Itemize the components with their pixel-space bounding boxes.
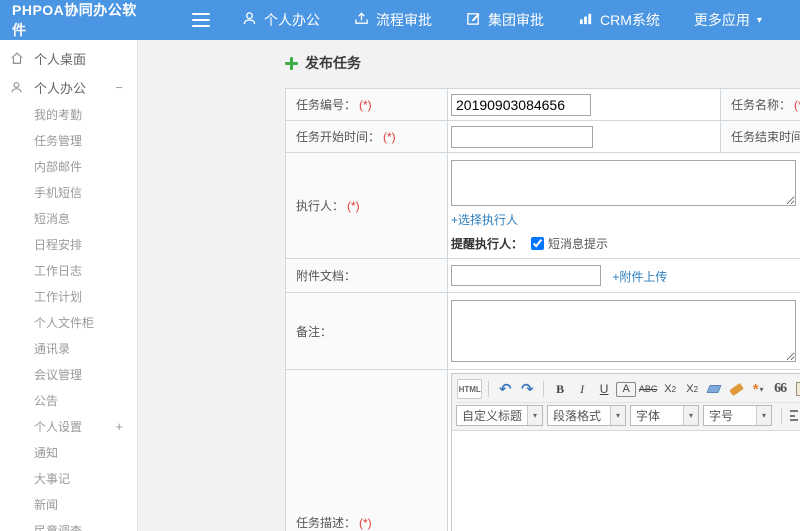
sidebar-item-contacts[interactable]: 通讯录 <box>0 336 137 362</box>
app-logo: PHPOA协同办公软件 <box>12 2 137 38</box>
collapse-icon[interactable]: − <box>115 80 123 95</box>
sidebar-item-notice[interactable]: 通知 <box>0 440 137 466</box>
table-row: 执行人： (*) +选择执行人 提醒执行人： 短消息提示 <box>285 152 800 259</box>
sidebar-item-meeting[interactable]: 会议管理 <box>0 362 137 388</box>
sidebar-item-work-log[interactable]: 工作日志 <box>0 258 137 284</box>
subscript-button[interactable]: X2 <box>682 379 702 399</box>
select-executor-link[interactable]: +选择执行人 <box>451 213 518 227</box>
executor-label: 执行人： (*) <box>285 152 448 259</box>
edit-square-icon <box>466 11 488 29</box>
underline-button[interactable]: U <box>594 379 614 399</box>
nav-group-approval[interactable]: 集团审批 <box>466 10 544 30</box>
sidebar-item-announcement[interactable]: 公告 <box>0 388 137 414</box>
italic-button[interactable]: I <box>572 379 592 399</box>
table-row: 任务编号：(*) 任务名称：(*) <box>285 88 800 121</box>
start-time-input[interactable] <box>451 125 593 148</box>
chevron-down-icon: ▾ <box>756 14 762 26</box>
publish-task-form: 任务编号：(*) 任务名称：(*) 任务开始时间：(*) 任务结束时间：(*) … <box>285 88 800 531</box>
sidebar-item-survey[interactable]: 民意调查 <box>0 518 137 531</box>
top-header: PHPOA协同办公软件 个人办公 流程审批 集团审批 CRM系统 更多应用 ▾ <box>0 0 800 40</box>
home-icon <box>10 51 34 65</box>
attachment-label: 附件文档： <box>285 258 448 293</box>
user-icon <box>242 11 264 29</box>
quick-format-icon[interactable]: * ▾ <box>748 379 768 399</box>
rich-text-editor: HTML ↶ ↷ B I U A ABC X2 X2 * ▾ 66 自定义标题 … <box>451 373 800 531</box>
strikethrough-button[interactable]: ABC <box>638 379 658 399</box>
table-row: 附件文档： +附件上传 <box>285 258 800 293</box>
sidebar-item-personal-settings[interactable]: 个人设置 + <box>0 414 137 440</box>
nav-personal-office[interactable]: 个人办公 <box>242 10 320 30</box>
task-name-label: 任务名称：(*) <box>720 88 800 121</box>
table-row: 备注： <box>285 292 800 370</box>
task-description-label: 任务描述： (*) <box>285 369 448 531</box>
editor-content-area[interactable] <box>452 431 800 531</box>
chevron-down-icon: ▾ <box>610 406 625 425</box>
undo-icon[interactable]: ↶ <box>495 379 515 399</box>
align-left-icon[interactable] <box>789 408 799 424</box>
task-number-label: 任务编号： (*) <box>285 88 448 121</box>
chevron-down-icon: ▾ <box>527 406 542 425</box>
executor-textarea[interactable] <box>451 160 796 206</box>
table-row: 任务开始时间：(*) 任务结束时间：(*) <box>285 120 800 153</box>
paste-as-text-icon[interactable]: T <box>792 379 800 399</box>
html-source-button[interactable]: HTML <box>457 379 483 399</box>
custom-heading-select[interactable]: 自定义标题 ▾ <box>456 405 543 426</box>
sidebar-item-schedule[interactable]: 日程安排 <box>0 232 137 258</box>
sidebar: 个人桌面 个人办公 − 我的考勤 任务管理 内部邮件 手机短信 短消息 日程安排… <box>0 40 138 531</box>
remove-format-icon[interactable] <box>704 379 724 399</box>
bold-button[interactable]: B <box>550 379 570 399</box>
menu-icon[interactable] <box>192 13 210 27</box>
expand-icon[interactable]: + <box>115 414 123 440</box>
page-title: 发布任务 <box>285 53 361 73</box>
attachment-input[interactable] <box>451 265 601 286</box>
nav-more-apps[interactable]: 更多应用 ▾ <box>694 10 762 30</box>
sidebar-item-internal-mail[interactable]: 内部邮件 <box>0 154 137 180</box>
font-size-select[interactable]: 字号 ▾ <box>703 405 772 426</box>
end-time-label: 任务结束时间：(*) <box>720 120 800 153</box>
remark-textarea[interactable] <box>451 300 796 362</box>
sidebar-item-news[interactable]: 新闻 <box>0 492 137 518</box>
chevron-down-icon: ▾ <box>683 406 698 425</box>
font-family-select[interactable]: 字体 ▾ <box>630 405 699 426</box>
sidebar-item-events[interactable]: 大事记 <box>0 466 137 492</box>
blockquote-button[interactable]: 66 <box>770 379 790 399</box>
sms-remind-label: 短消息提示 <box>548 237 609 251</box>
superscript-button[interactable]: X2 <box>660 379 680 399</box>
main-content: 发布任务 任务编号：(*) 任务名称：(*) 任务开始时间：(*) 任务结束时间… <box>138 40 800 531</box>
sidebar-item-work-plan[interactable]: 工作计划 <box>0 284 137 310</box>
remark-label: 备注： <box>285 292 448 370</box>
sidebar-item-file-cabinet[interactable]: 个人文件柜 <box>0 310 137 336</box>
task-number-input[interactable] <box>451 93 591 116</box>
bar-chart-icon <box>578 11 600 29</box>
format-painter-icon[interactable] <box>726 379 746 399</box>
sidebar-item-desktop[interactable]: 个人桌面 <box>0 44 137 72</box>
nav-crm-system[interactable]: CRM系统 <box>578 10 660 30</box>
sidebar-item-mobile-sms[interactable]: 手机短信 <box>0 180 137 206</box>
sidebar-item-attendance[interactable]: 我的考勤 <box>0 102 137 128</box>
start-time-label: 任务开始时间： (*) <box>285 120 448 153</box>
redo-icon[interactable]: ↷ <box>517 379 537 399</box>
font-style-button[interactable]: A <box>616 381 637 397</box>
user-icon <box>10 81 34 94</box>
remind-executor-label: 提醒执行人： <box>451 237 524 251</box>
chevron-down-icon: ▾ <box>756 406 771 425</box>
paragraph-format-select[interactable]: 段落格式 ▾ <box>547 405 626 426</box>
sidebar-item-personal-office[interactable]: 个人办公 − <box>0 72 137 102</box>
sidebar-item-short-message[interactable]: 短消息 <box>0 206 137 232</box>
sidebar-item-task-management[interactable]: 任务管理 <box>0 128 137 154</box>
flow-export-icon <box>354 11 376 29</box>
sms-remind-checkbox[interactable] <box>531 237 545 250</box>
top-nav: 个人办公 流程审批 集团审批 CRM系统 更多应用 ▾ <box>242 10 796 30</box>
add-icon <box>285 56 298 70</box>
editor-toolbar: HTML ↶ ↷ B I U A ABC X2 X2 * ▾ 66 自定义标题 … <box>452 374 800 431</box>
attachment-upload-link[interactable]: +附件上传 <box>612 270 667 284</box>
nav-workflow-approval[interactable]: 流程审批 <box>354 10 432 30</box>
table-row: 任务描述： (*) HTML ↶ ↷ B I U A ABC X 2 X 2 *… <box>285 369 800 531</box>
